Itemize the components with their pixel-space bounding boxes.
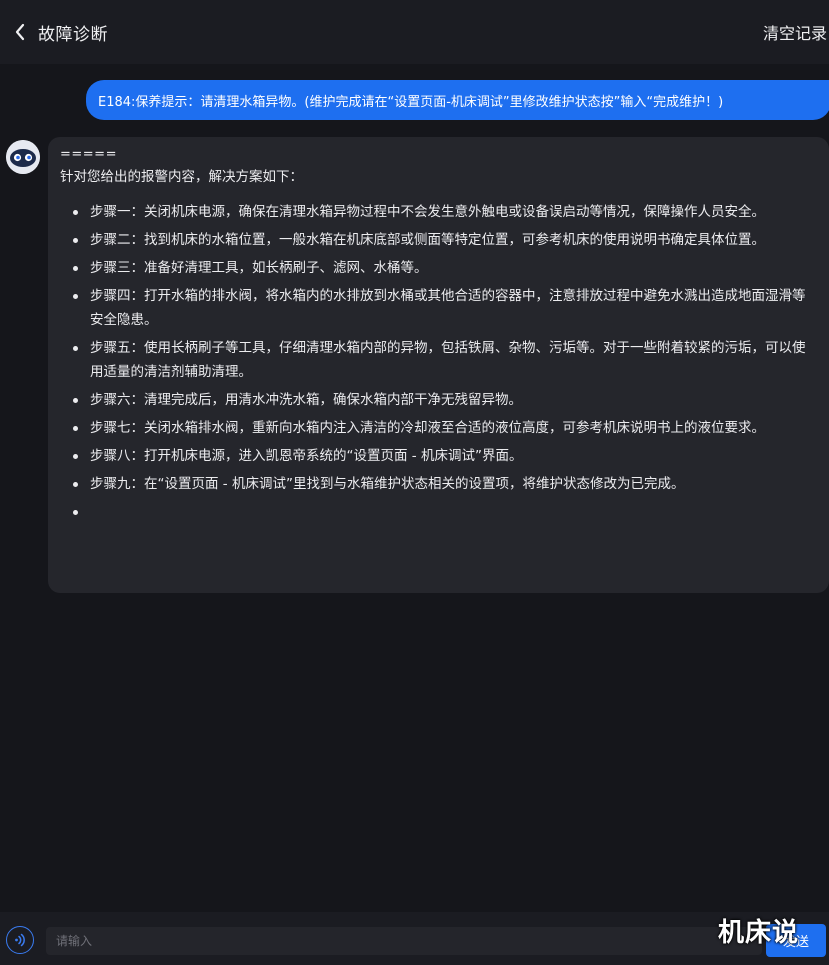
header-bar: 故障诊断 清空记录 [0, 0, 829, 64]
bullet-icon [73, 398, 78, 403]
bullet-icon [73, 294, 78, 299]
steps-list: 步骤一：关闭机床电源，确保在清理水箱异物过程中不会发生意外触电或设备误启动等情况… [60, 200, 817, 515]
bullet-icon [73, 346, 78, 351]
bullet-icon [73, 510, 78, 515]
list-item: 步骤八：打开机床电源，进入凯恩帝系统的“设置页面 - 机床调试”界面。 [60, 444, 817, 468]
app-window: 故障诊断 清空记录 E184:保养提示：请清理水箱异物。(维护完成请在“设置页面… [0, 0, 829, 965]
step-text: 步骤六：清理完成后，用清水冲洗水箱，确保水箱内部干净无残留异物。 [90, 392, 522, 408]
list-item: 步骤二：找到机床的水箱位置，一般水箱在机床底部或侧面等特定位置，可参考机床的使用… [60, 228, 817, 252]
clear-records-button[interactable]: 清空记录 [757, 19, 829, 45]
list-item: 步骤四：打开水箱的排水阀，将水箱内的水排放到水桶或其他合适的容器中，注意排放过程… [60, 284, 817, 332]
list-item: 步骤六：清理完成后，用清水冲洗水箱，确保水箱内部干净无残留异物。 [60, 388, 817, 412]
user-message-bubble: E184:保养提示：请清理水箱异物。(维护完成请在“设置页面-机床调试”里修改维… [86, 80, 829, 120]
list-item: 步骤三：准备好清理工具，如长柄刷子、滤网、水桶等。 [60, 256, 817, 280]
robot-icon [6, 140, 40, 174]
step-text: 步骤七：关闭水箱排水阀，重新向水箱内注入清洁的冷却液至合适的液位高度，可参考机床… [90, 420, 765, 436]
message-input[interactable] [46, 927, 762, 955]
chevron-left-icon[interactable] [12, 22, 28, 42]
bullet-icon [73, 266, 78, 271]
step-text: 步骤一：关闭机床电源，确保在清理水箱异物过程中不会发生意外触电或设备误启动等情况… [90, 204, 765, 220]
list-item: 步骤五：使用长柄刷子等工具，仔细清理水箱内部的异物，包括铁屑、杂物、污垢等。对于… [60, 336, 817, 384]
bullet-icon [73, 238, 78, 243]
bot-avatar [6, 140, 40, 174]
bullet-icon [73, 454, 78, 459]
list-item: 步骤一：关闭机床电源，确保在清理水箱异物过程中不会发生意外触电或设备误启动等情况… [60, 200, 817, 224]
back-button[interactable]: 故障诊断 [0, 20, 108, 45]
intro-text: 针对您给出的报警内容，解决方案如下： [60, 169, 303, 185]
step-text: 步骤八：打开机床电源，进入凯恩帝系统的“设置页面 - 机床调试”界面。 [90, 448, 523, 464]
step-text: 步骤三：准备好清理工具，如长柄刷子、滤网、水桶等。 [90, 260, 428, 276]
page-title: 故障诊断 [38, 24, 108, 45]
separator-text: ===== [60, 147, 117, 162]
input-bar: 发送 [0, 912, 829, 965]
voice-icon[interactable] [6, 926, 34, 954]
list-item: 步骤九：在“设置页面 - 机床调试”里找到与水箱维护状态相关的设置项，将维护状态… [60, 472, 817, 496]
list-item: 步骤七：关闭水箱排水阀，重新向水箱内注入清洁的冷却液至合适的液位高度，可参考机床… [60, 416, 817, 440]
step-text: 步骤九：在“设置页面 - 机床调试”里找到与水箱维护状态相关的设置项，将维护状态… [90, 476, 685, 492]
step-text: 步骤五：使用长柄刷子等工具，仔细清理水箱内部的异物，包括铁屑、杂物、污垢等。对于… [90, 340, 806, 380]
bullet-icon [73, 426, 78, 431]
bot-message-bubble: ===== 针对您给出的报警内容，解决方案如下： 步骤一：关闭机床电源，确保在清… [48, 137, 829, 593]
send-button[interactable]: 发送 [766, 924, 826, 957]
bullet-icon [73, 210, 78, 215]
step-text: 步骤四：打开水箱的排水阀，将水箱内的水排放到水桶或其他合适的容器中，注意排放过程… [90, 288, 806, 328]
step-text: 步骤二：找到机床的水箱位置，一般水箱在机床底部或侧面等特定位置，可参考机床的使用… [90, 232, 765, 248]
user-message-text: E184:保养提示：请清理水箱异物。(维护完成请在“设置页面-机床调试”里修改维… [98, 94, 724, 110]
bullet-icon [73, 482, 78, 487]
